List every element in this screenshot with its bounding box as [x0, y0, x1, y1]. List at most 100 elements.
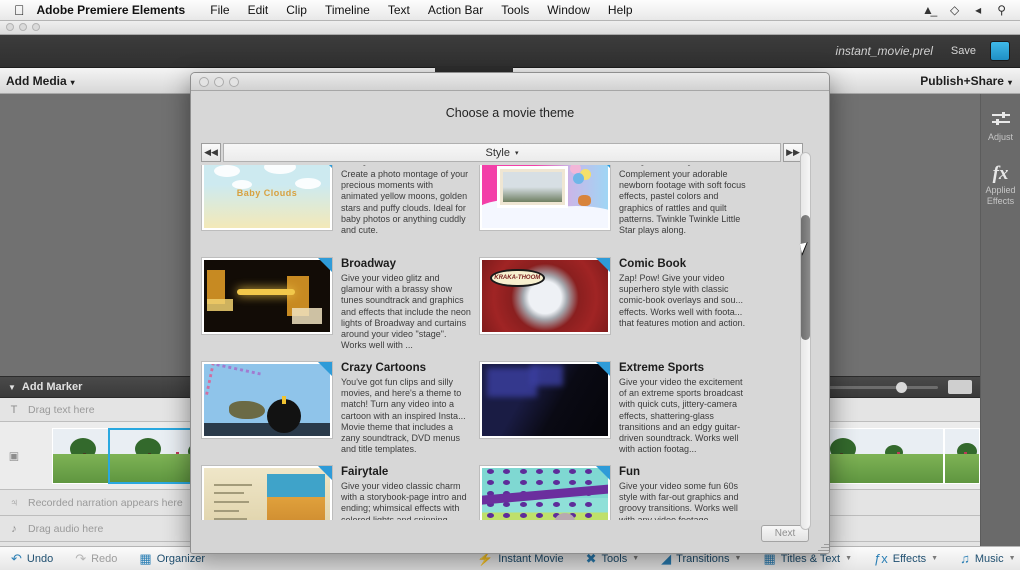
theme-description: Give your video glitz and glamour with a… — [341, 273, 471, 351]
theme-list-scrollbar-thumb[interactable] — [801, 215, 810, 340]
action-transitions-label: Transitions — [676, 552, 730, 565]
theme-description: You've got fun clips and silly movies, a… — [341, 377, 466, 455]
track-audio-placeholder: Drag audio here — [28, 522, 104, 535]
theme-thumbnail[interactable] — [201, 257, 333, 335]
play-corner-icon — [596, 466, 610, 480]
chevron-down-icon: ▼ — [845, 555, 852, 562]
menu-clip[interactable]: Clip — [277, 3, 316, 17]
theme-meta: Broadway Give your video glitz and glamo… — [341, 257, 471, 355]
add-marker-label: Add Marker — [21, 381, 83, 393]
effects-icon: ƒx — [874, 551, 888, 566]
theme-card-crazy-cartoons[interactable]: Crazy Cartoons You've got fun clips and … — [201, 361, 471, 459]
theme-row: Baby Clouds Baby Clouds Create a photo m… — [201, 165, 792, 257]
add-media-button[interactable]: Add Media ▾ — [0, 74, 75, 88]
choose-movie-theme-dialog: Choose a movie theme ◀◀ Style ▾ ▶▶ Baby … — [190, 72, 830, 554]
chevron-down-icon: ▼ — [931, 555, 939, 562]
chevron-down-icon: ▼ — [1008, 555, 1016, 562]
action-music[interactable]: ♫ Music ▼ — [949, 552, 1020, 565]
clip-thumbnail — [823, 429, 943, 483]
window-chrome-strip — [0, 21, 1020, 35]
volume-icon[interactable]: ◂ — [975, 3, 981, 17]
app-title-bar: instant_movie.prel Save — [0, 35, 1020, 68]
menu-action-bar[interactable]: Action Bar — [419, 3, 492, 17]
video-clip-4[interactable] — [944, 428, 980, 484]
dialog-heading: Choose a movie theme — [445, 106, 575, 120]
theme-thumbnail[interactable] — [479, 361, 611, 439]
theme-row: Crazy Cartoons You've got fun clips and … — [201, 361, 792, 465]
menu-timeline[interactable]: Timeline — [316, 3, 379, 17]
add-media-label: Add Media — [6, 73, 67, 88]
theme-thumbnail[interactable] — [201, 361, 333, 439]
action-redo[interactable]: ↷ Redo — [64, 552, 128, 565]
dialog-title-bar[interactable] — [191, 73, 829, 91]
project-name: instant_movie.prel — [835, 44, 933, 58]
fx-icon: fx — [992, 163, 1009, 184]
action-tools-label: Tools — [601, 552, 628, 565]
microphone-icon: ♃ — [9, 496, 19, 509]
os-app-name: Adobe Premiere Elements — [26, 3, 186, 17]
search-icon[interactable]: ⚲ — [997, 3, 1006, 17]
zoom-slider[interactable] — [818, 381, 938, 393]
rail-item-applied-effects-label-line2: Effects — [986, 196, 1015, 206]
theme-art-comic-book: KRAKA-THOOM — [482, 260, 608, 332]
theme-scroll-region[interactable]: Baby Clouds Baby Clouds Create a photo m… — [201, 165, 792, 537]
theme-card-baby-clouds[interactable]: Baby Clouds Baby Clouds Create a photo m… — [201, 165, 471, 251]
dialog-minimize-icon — [214, 77, 224, 87]
theme-thumbnail[interactable]: Baby Clouds — [201, 165, 333, 231]
theme-thumbnail[interactable] — [479, 165, 611, 231]
menu-file[interactable]: File — [201, 3, 238, 17]
rail-item-adjust-label: Adjust — [987, 132, 1013, 142]
chevron-down-icon: ▼ — [632, 555, 640, 562]
dialog-zoom-icon — [229, 77, 239, 87]
theme-title: Crazy Cartoons — [341, 362, 426, 374]
save-button[interactable]: Save — [951, 45, 990, 57]
wifi-icon[interactable]: ◇ — [950, 3, 959, 17]
video-clip-3[interactable] — [822, 428, 944, 484]
apple-icon[interactable]:  — [0, 3, 37, 17]
chevron-down-icon: ▼ — [734, 555, 742, 562]
theme-art-broadway — [204, 260, 330, 332]
dialog-close-icon — [199, 77, 209, 87]
eject-icon[interactable]: ▲̲ — [922, 3, 934, 17]
audio-icon: ♪ — [11, 522, 17, 535]
theme-card-broadway[interactable]: Broadway Give your video glitz and glamo… — [201, 257, 471, 355]
play-corner-icon — [318, 165, 332, 168]
action-undo[interactable]: ↶ Undo — [0, 552, 64, 565]
chevron-down-icon: ▾ — [1007, 77, 1012, 87]
text-icon: T — [10, 403, 18, 416]
theme-title: Extreme Sports — [619, 362, 705, 374]
panel-toggle-button[interactable] — [948, 380, 972, 394]
theme-list-scrollbar[interactable] — [800, 152, 811, 530]
theme-card-extreme-sports[interactable]: Extreme Sports Give your video the excit… — [479, 361, 749, 459]
menu-help[interactable]: Help — [599, 3, 642, 17]
menu-tools[interactable]: Tools — [492, 3, 538, 17]
style-dropdown[interactable]: Style ▾ — [223, 143, 781, 162]
theme-art-extreme-sports — [482, 364, 608, 436]
menu-window[interactable]: Window — [538, 3, 599, 17]
theme-card-comic-book[interactable]: KRAKA-THOOM Comic Book Zap! Pow! Give yo… — [479, 257, 749, 355]
menu-edit[interactable]: Edit — [239, 3, 278, 17]
action-effects[interactable]: ƒx Effects ▼ — [863, 552, 949, 565]
dialog-resize-handle[interactable] — [817, 540, 829, 552]
window-traffic-lights[interactable] — [6, 23, 40, 31]
theme-title: Fun — [619, 466, 641, 478]
track-narration-placeholder: Recorded narration appears here — [28, 496, 183, 509]
theme-description: Complement your adorable newborn footage… — [619, 169, 746, 236]
play-corner-icon — [596, 258, 610, 272]
publish-share-button[interactable]: Publish+Share ▾ — [920, 74, 1020, 88]
theme-row: Broadway Give your video glitz and glamo… — [201, 257, 792, 361]
rail-item-applied-effects[interactable]: fx Applied Effects — [981, 163, 1020, 207]
theme-thumbnail[interactable]: KRAKA-THOOM — [479, 257, 611, 335]
theme-card-baby-nursery[interactable]: Baby Nursery Complement your adorable ne… — [479, 165, 749, 251]
share-icon[interactable] — [990, 41, 1010, 61]
style-prev-button[interactable]: ◀◀ — [201, 143, 221, 162]
menu-text[interactable]: Text — [379, 3, 419, 17]
zoom-slider-knob[interactable] — [896, 381, 907, 393]
undo-icon: ↶ — [11, 551, 22, 566]
action-effects-label: Effects — [892, 552, 927, 565]
add-marker-button[interactable]: ▼ Add Marker — [0, 381, 82, 393]
play-corner-icon — [318, 466, 332, 480]
dialog-traffic-lights[interactable] — [199, 77, 239, 87]
rail-item-adjust[interactable]: Adjust — [981, 110, 1020, 143]
theme-thumb-caption: KRAKA-THOOM — [494, 274, 541, 281]
